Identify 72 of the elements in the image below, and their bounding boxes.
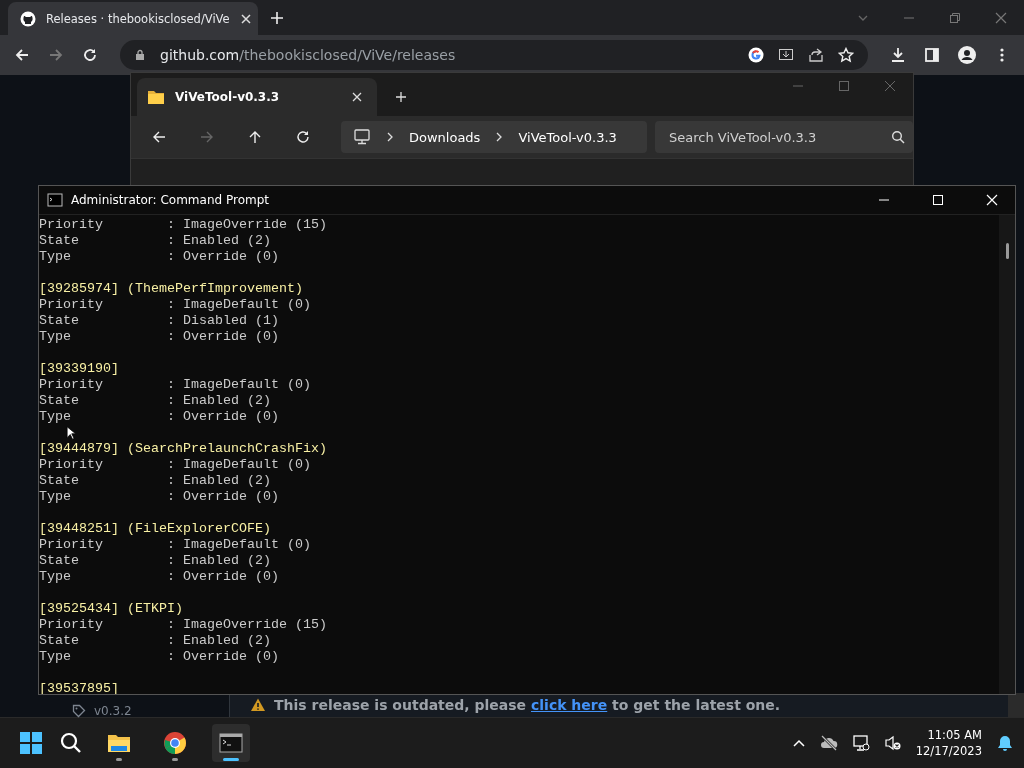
back-icon[interactable] [151, 129, 167, 145]
address-bar[interactable]: github.com/thebookisclosed/ViVe/releases [120, 40, 868, 70]
profile-icon[interactable] [958, 46, 976, 64]
field-line: Type : Override (0) [39, 329, 279, 345]
field-line: State : Enabled (2) [39, 393, 271, 409]
chrome-icon [163, 731, 187, 755]
release-tag[interactable]: v0.3.2 [94, 704, 132, 718]
field-line: Priority : ImageDefault (0) [39, 377, 311, 393]
field-line: Priority : ImageDefault (0) [39, 457, 311, 473]
window-title: Administrator: Command Prompt [71, 193, 269, 207]
search-icon[interactable] [60, 732, 82, 754]
computer-icon [353, 128, 371, 146]
clock[interactable]: 11:05 AM 12/17/2023 [915, 727, 982, 759]
field-line: State : Enabled (2) [39, 473, 271, 489]
address-bar[interactable]: Downloads ViVeTool-v0.3.3 [341, 121, 647, 153]
breadcrumb-item[interactable]: Downloads [409, 129, 481, 145]
star-icon[interactable] [838, 47, 854, 63]
feature-id-line: [39537895] [39, 681, 119, 694]
network-icon[interactable] [851, 734, 870, 752]
field-line: State : Enabled (2) [39, 633, 271, 649]
browser-tab[interactable]: Releases · thebookisclosed/ViVe [8, 2, 258, 35]
tag-icon [72, 704, 86, 718]
warning-icon [250, 697, 266, 713]
side-panel-icon[interactable] [924, 47, 940, 63]
field-line: Priority : ImageDefault (0) [39, 537, 311, 553]
field-line: Priority : ImageDefault (0) [39, 297, 311, 313]
download-icon[interactable] [890, 47, 906, 63]
start-icon[interactable] [20, 732, 42, 754]
field-line: State : Enabled (2) [39, 233, 271, 249]
restore-icon[interactable] [949, 12, 961, 24]
feature-id-line: [39285974] (ThemePerfImprovement) [39, 281, 303, 297]
search-field[interactable]: Search ViVeTool-v0.3.3 [655, 121, 913, 153]
feature-id-line: [39448251] (FileExplorerCOFE) [39, 521, 271, 537]
search-icon [891, 130, 905, 144]
outdated-notice: This release is outdated, please click here to get the latest one. [274, 697, 781, 713]
scrollbar[interactable] [1008, 693, 1024, 717]
refresh-icon[interactable] [295, 129, 311, 145]
field-line: State : Enabled (2) [39, 553, 271, 569]
octocat-icon [20, 10, 36, 27]
reload-icon[interactable] [82, 47, 98, 63]
field-line: Type : Override (0) [39, 249, 279, 265]
console-icon [47, 192, 63, 208]
up-icon[interactable] [247, 129, 263, 145]
breadcrumb-item[interactable]: ViVeTool-v0.3.3 [518, 129, 617, 145]
feature-id-line: [39339190] [39, 361, 119, 377]
field-line: Type : Override (0) [39, 569, 279, 585]
field-line: Priority : ImageOverride (15) [39, 217, 327, 233]
click-here-link[interactable]: click here [531, 697, 608, 713]
back-icon[interactable] [14, 47, 30, 63]
mouse-cursor-icon [66, 426, 76, 440]
google-icon[interactable] [748, 47, 764, 63]
scrollbar[interactable] [999, 215, 1015, 694]
chevron-right-icon [385, 132, 395, 142]
field-line: Type : Override (0) [39, 409, 279, 425]
field-line: Priority : ImageOverride (15) [39, 617, 327, 633]
terminal-icon [219, 731, 243, 755]
taskbar-app[interactable] [212, 724, 250, 762]
new-tab-icon[interactable] [395, 91, 407, 103]
lock-icon [134, 49, 146, 61]
bell-icon[interactable] [996, 734, 1014, 752]
field-line: Type : Override (0) [39, 489, 279, 505]
install-icon[interactable] [778, 47, 794, 63]
new-tab-icon[interactable] [270, 11, 284, 25]
feature-id-line: [39444879] (SearchPrelaunchCrashFix) [39, 441, 327, 457]
feature-id-line: [39525434] (ETKPI) [39, 601, 183, 617]
folder-icon [147, 88, 165, 106]
volume-muted-icon[interactable] [883, 734, 902, 752]
field-line: Type : Override (0) [39, 649, 279, 665]
cloud-off-icon[interactable] [819, 734, 838, 752]
share-icon[interactable] [808, 47, 824, 63]
explorer-tab[interactable]: ViVeTool-v0.3.3 [137, 78, 377, 116]
field-line: State : Disabled (1) [39, 313, 279, 329]
